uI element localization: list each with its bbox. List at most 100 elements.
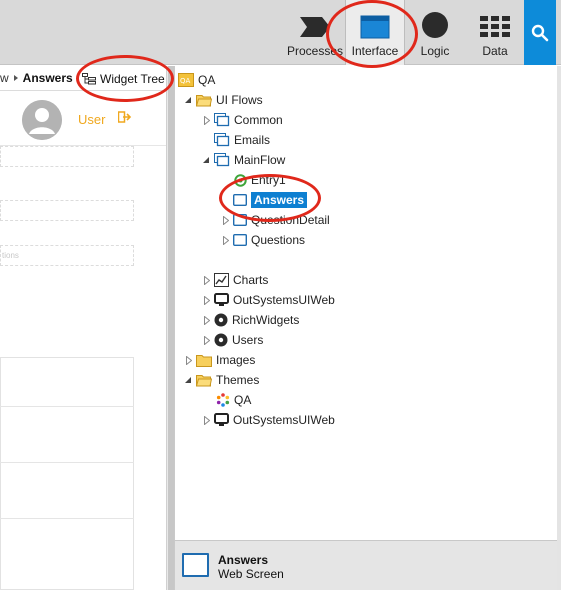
flow-icon [214,133,230,147]
folder-icon [196,354,212,367]
tree-item-label: MainFlow [234,153,286,167]
tab-data-label: Data [482,44,508,58]
tree-item-label: Common [234,113,283,127]
elements-tree: QA QA UI Flows Common Emails MainFlow En… [174,66,557,540]
chart-icon [214,273,229,287]
data-icon [480,16,510,37]
top-toolbar: Processes Interface Logic Data [0,0,561,65]
user-avatar-icon [22,100,62,140]
tree-item-label: Questions [251,233,306,247]
expand-closed-icon[interactable] [204,335,210,345]
screen-preview: User tions [0,91,166,590]
tree-item-label: QA [234,393,252,407]
status-title: Answers [218,553,269,567]
entry-icon [234,173,247,187]
breadcrumb-parent[interactable]: w [0,71,9,85]
tree-item-theme-qa[interactable]: QA [216,391,251,409]
list-separator [0,518,134,519]
title-placeholder [0,200,134,221]
tree-item-themes[interactable]: Themes [184,371,259,389]
tree-item-label: OutSystemsUIWeb [233,413,335,427]
expand-open-icon[interactable] [202,156,210,164]
widget-tree-label: Widget Tree [100,71,165,86]
tree-item-questions[interactable]: Questions [223,231,305,249]
expand-closed-icon[interactable] [204,315,210,325]
tree-item-questiondetail[interactable]: QuestionDetail [223,211,330,229]
tab-processes[interactable]: Processes [286,0,344,65]
content-container [0,357,134,590]
tree-item-label: Users [232,333,264,347]
breadcrumb-arrow-icon [13,75,18,81]
module-icon: QA [178,73,194,87]
expand-closed-icon[interactable] [223,235,229,245]
tree-item-ui-flows[interactable]: UI Flows [184,91,263,109]
status-subtitle: Web Screen [218,567,284,581]
user-link[interactable]: User [78,112,105,127]
actions-placeholder: tions [0,245,134,266]
search-button[interactable] [524,0,556,65]
list-separator [0,462,134,463]
monitor-icon [214,293,229,306]
web-screen-icon [182,553,209,577]
tree-item-users[interactable]: Users [204,331,263,349]
folder-open-icon [196,94,212,106]
avatar[interactable] [22,100,62,140]
breadcrumb-current[interactable]: Answers [23,71,73,85]
tree-item-label: Charts [233,273,269,287]
tree-item-label: Entry1 [251,173,286,187]
dependency-module-icon [214,333,228,347]
logout-icon[interactable] [118,111,132,123]
search-icon [531,24,549,41]
tree-item-common[interactable]: Common [204,111,283,129]
tree-item-emails[interactable]: Emails [214,131,270,149]
expand-closed-icon[interactable] [223,215,229,225]
tree-item-label: RichWidgets [232,313,300,327]
web-screen-icon [233,194,247,206]
tree-item-label: UI Flows [216,93,263,107]
widget-tree-button[interactable]: Widget Tree [82,69,165,88]
interface-icon [360,15,390,39]
flow-icon [214,153,230,167]
header-area: User [0,91,166,146]
breadcrumb: w Answers Widget Tree [0,66,175,91]
canvas-scrollbar[interactable] [166,66,174,590]
tree-item-label-selected: Answers [251,192,308,208]
tree-item-theme-outsystemsuiweb[interactable]: OutSystemsUIWeb [204,411,335,429]
tree-item-label: Themes [216,373,260,387]
tree-item-answers[interactable]: Answers [233,191,308,209]
tab-interface[interactable]: Interface [345,0,405,65]
expand-open-icon[interactable] [184,96,192,104]
tab-logic-label: Logic [420,44,450,58]
folder-open-icon [196,374,212,386]
tab-logic[interactable]: Logic [406,0,464,65]
expand-closed-icon[interactable] [186,355,192,365]
processes-icon [300,17,330,37]
tree-item-label: Images [216,353,256,367]
tree-item-charts[interactable]: Charts [204,271,268,289]
svg-text:QA: QA [180,77,191,85]
tree-item-outsystemsuiweb[interactable]: OutSystemsUIWeb [204,291,335,309]
tab-data[interactable]: Data [466,0,524,65]
tree-item-label: QA [198,73,216,87]
tree-item-label: QuestionDetail [251,213,330,227]
expand-closed-icon[interactable] [204,115,210,125]
expand-closed-icon[interactable] [204,415,210,425]
actions-placeholder-label: tions [2,251,19,260]
expand-open-icon[interactable] [184,376,192,384]
tree-item-label: Emails [234,133,271,147]
expand-closed-icon[interactable] [204,275,210,285]
tree-item-qa-module[interactable]: QA QA [178,71,215,89]
expand-closed-icon[interactable] [204,295,210,305]
web-screen-icon [233,214,247,226]
tree-item-richwidgets[interactable]: RichWidgets [204,311,299,329]
tree-item-images[interactable]: Images [186,351,255,369]
dependency-module-icon [214,313,228,327]
widget-tree-icon [82,72,96,84]
header-placeholder [0,146,134,167]
tree-scrollbar[interactable] [557,66,561,590]
flow-icon [214,113,230,127]
tab-processes-label: Processes [286,44,344,58]
tree-item-entry1[interactable]: Entry1 [234,171,286,189]
tree-item-mainflow[interactable]: MainFlow [202,151,285,169]
monitor-icon [214,413,229,426]
